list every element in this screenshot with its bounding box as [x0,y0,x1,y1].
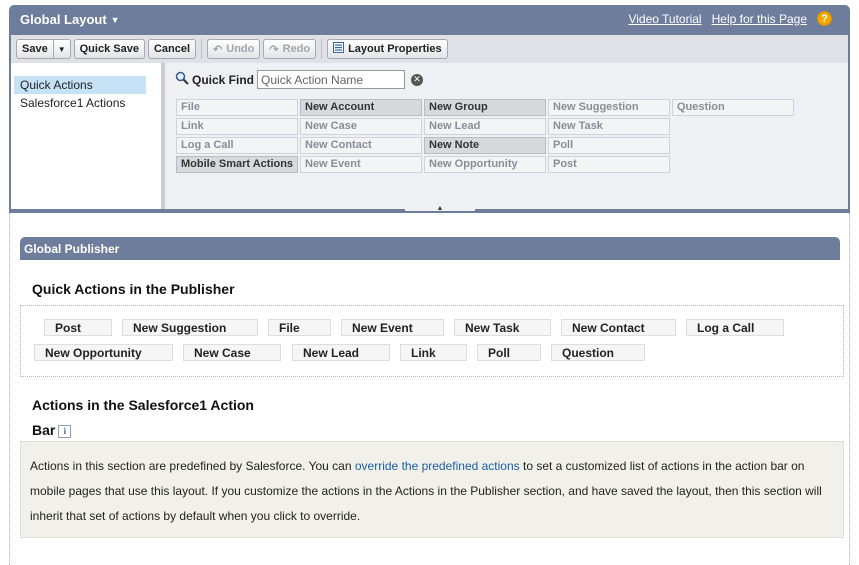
video-tutorial-link[interactable]: Video Tutorial [628,12,701,26]
layout-properties-button[interactable]: Layout Properties [327,39,448,59]
search-icon [175,71,189,88]
palette-item[interactable]: Link [176,118,298,135]
palette-item[interactable]: Post [548,156,670,173]
palette-category-nav: Quick Actions Salesforce1 Actions [11,63,161,209]
header-bar: Global Layout ▼ Video Tutorial Help for … [9,5,850,35]
publisher-action[interactable]: New Contact [561,319,676,336]
toolbar-divider [201,39,203,59]
undo-icon: ↶ [213,43,223,56]
toolbar-divider [321,39,323,59]
palette-item[interactable]: New Contact [300,137,422,154]
layout-canvas: Global Publisher Quick Actions in the Pu… [9,213,850,565]
properties-icon [333,42,345,56]
nav-item-salesforce1-actions[interactable]: Salesforce1 Actions [14,94,146,112]
publisher-action[interactable]: New Task [454,319,551,336]
quick-actions-publisher-title: Quick Actions in the Publisher [32,281,235,297]
info-icon[interactable]: i [58,424,72,438]
collapse-handle-icon[interactable]: ▲ [405,205,475,212]
clear-icon[interactable]: ✕ [411,73,424,86]
undo-button[interactable]: ↶ Undo [207,39,261,59]
publisher-action[interactable]: Link [400,344,467,361]
palette-item[interactable]: Question [672,99,794,116]
save-dropdown-button[interactable]: ▼ [53,39,71,59]
palette-item[interactable]: New Suggestion [548,99,670,116]
undo-label: Undo [226,43,255,55]
layout-editor-palette: Global Layout ▼ Video Tutorial Help for … [9,5,850,213]
palette-item[interactable]: New Account [300,99,422,116]
override-predefined-actions-link[interactable]: override the predefined actions [355,459,520,473]
publisher-action[interactable]: Poll [477,344,541,361]
chevron-down-icon: ▼ [110,14,120,25]
layout-title-menu[interactable]: Global Layout ▼ [20,12,120,27]
save-split-button: Save ▼ [16,39,71,59]
help-icon[interactable]: ? [817,11,832,26]
salesforce1-action-bar-title-word: Bar [32,422,56,438]
redo-button[interactable]: ↷ Redo [263,39,317,59]
publisher-action[interactable]: Post [44,319,112,336]
palette-item[interactable]: New Note [424,137,546,154]
publisher-action[interactable]: New Opportunity [34,344,173,361]
salesforce1-action-bar-title-line1: Actions in the Salesforce1 Action [32,397,254,413]
quick-find-label: Quick Find [192,72,255,87]
quick-save-button[interactable]: Quick Save [73,39,145,59]
palette-item[interactable]: Log a Call [176,137,298,154]
palette-item[interactable]: File [176,99,298,116]
help-link[interactable]: Help for this Page [712,12,807,26]
publisher-action[interactable]: New Case [183,344,281,361]
redo-icon: ↷ [269,43,279,56]
quick-actions-drop-zone: Post New Suggestion File New Event New T… [20,305,844,377]
publisher-action[interactable]: New Lead [292,344,390,361]
header-links: Video Tutorial Help for this Page ? [628,11,832,26]
palette-body: Quick Actions Salesforce1 Actions Quick … [11,63,848,209]
nav-item-quick-actions[interactable]: Quick Actions [14,76,146,94]
palette-item[interactable]: Mobile Smart Actions [176,156,298,173]
palette-item[interactable]: New Lead [424,118,546,135]
salesforce1-action-bar-title-line2: Bar i [32,418,254,443]
section-header: Global Publisher [20,237,840,260]
publisher-action[interactable]: New Suggestion [122,319,258,336]
redo-label: Redo [282,43,311,55]
palette-item[interactable]: New Event [300,156,422,173]
chevron-down-icon: ▼ [57,44,66,54]
info-text-before-link: Actions in this section are predefined b… [30,459,355,473]
publisher-action[interactable]: File [268,319,331,336]
palette-item[interactable]: New Group [424,99,546,116]
palette-item[interactable]: New Case [300,118,422,135]
publisher-action[interactable]: Question [551,344,645,361]
save-button[interactable]: Save [16,39,54,59]
salesforce1-action-bar-title: Actions in the Salesforce1 Action Bar i [32,393,254,443]
quick-find-input[interactable] [257,70,406,89]
publisher-action[interactable]: Log a Call [686,319,784,336]
palette-item[interactable]: New Opportunity [424,156,546,173]
palette-item[interactable]: New Task [548,118,670,135]
publisher-action[interactable]: New Event [341,319,444,336]
cancel-button[interactable]: Cancel [147,39,197,59]
palette-items-panel: Quick Find ✕ File New Account New Group … [165,63,848,209]
palette-grid: File New Account New Group New Suggestio… [176,99,794,173]
layout-title: Global Layout [20,12,107,27]
palette-item[interactable]: Poll [548,137,670,154]
quick-find: Quick Find ✕ [175,70,424,89]
toolbar: Save ▼ Quick Save Cancel ↶ Undo ↷ Redo L… [11,35,848,63]
predefined-actions-info: Actions in this section are predefined b… [20,441,844,538]
layout-properties-label: Layout Properties [348,43,442,55]
